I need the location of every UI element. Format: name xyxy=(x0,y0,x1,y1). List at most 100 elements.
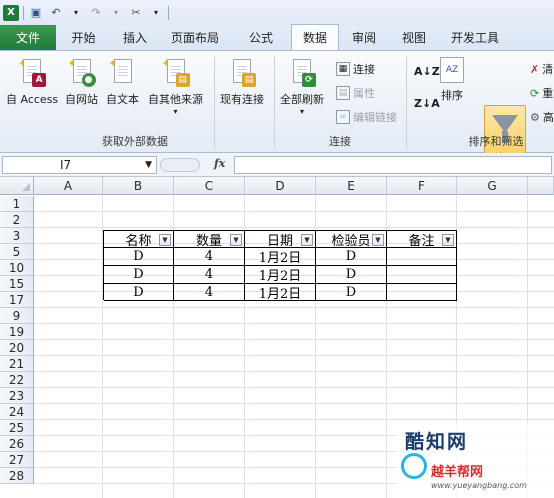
from-text-button[interactable]: ✦ 自文本 xyxy=(106,57,139,107)
row-header[interactable]: 17 xyxy=(0,292,34,308)
sort-ascending-button[interactable]: A↓Z xyxy=(414,65,440,78)
table-cell-date[interactable]: 1月2日 xyxy=(245,266,316,284)
column-header[interactable]: D xyxy=(245,177,316,195)
tab-insert[interactable]: 插入 xyxy=(111,25,159,50)
row-header[interactable]: 9 xyxy=(0,308,34,324)
table-header-remark[interactable]: 备注 ▼ xyxy=(387,231,457,249)
undo-icon[interactable]: ↶ xyxy=(48,5,64,21)
row-header[interactable]: 2 xyxy=(0,212,34,228)
chevron-down-icon[interactable]: ▼ xyxy=(145,157,152,173)
tab-review[interactable]: 审阅 xyxy=(339,25,389,50)
sort-descending-button[interactable]: Z↓A xyxy=(414,97,440,110)
row-header[interactable]: 21 xyxy=(0,356,34,372)
reapply-button[interactable]: ⟳ 重 xyxy=(530,85,553,101)
tab-developer[interactable]: 开发工具 xyxy=(439,25,511,50)
table-cell-inspector[interactable]: D xyxy=(316,266,387,284)
redo-dropdown-icon[interactable]: ▾ xyxy=(108,5,124,21)
from-access-button[interactable]: ✦A 自 Access xyxy=(6,57,58,107)
row-gridline xyxy=(34,227,554,228)
excel-logo-icon[interactable]: X xyxy=(3,4,19,21)
undo-dropdown-icon[interactable]: ▾ xyxy=(68,5,84,21)
column-header[interactable]: E xyxy=(316,177,387,195)
column-header[interactable]: C xyxy=(174,177,245,195)
table-cell-quantity[interactable]: 4 xyxy=(174,266,245,284)
refresh-icon: ⟳ xyxy=(288,57,316,87)
insert-function-button[interactable]: fx xyxy=(214,157,225,170)
tab-data[interactable]: 数据 xyxy=(291,24,339,50)
formula-input[interactable] xyxy=(234,156,552,174)
tools-icon[interactable]: ✂ xyxy=(128,5,144,21)
tab-home[interactable]: 开始 xyxy=(56,25,111,50)
table-header-name[interactable]: 名称 ▼ xyxy=(104,231,174,249)
advanced-filter-button[interactable]: ⚙ 高 xyxy=(530,109,554,125)
row-header[interactable]: 19 xyxy=(0,324,34,340)
select-all-button[interactable] xyxy=(0,177,34,195)
column-header-overflow[interactable] xyxy=(528,177,554,195)
table-cell-date[interactable]: 1月2日 xyxy=(245,284,316,302)
row-header[interactable]: 5 xyxy=(0,244,34,260)
table-cell-remark[interactable] xyxy=(387,266,457,284)
table-cell-quantity[interactable]: 4 xyxy=(174,248,245,266)
redo-icon[interactable]: ↷ xyxy=(88,5,104,21)
customize-dropdown-icon[interactable]: ▾ xyxy=(148,5,164,21)
group-label-sort-filter: 排序和筛选 xyxy=(468,135,524,148)
row-header[interactable]: 3 xyxy=(0,228,34,244)
row-gridline xyxy=(34,323,554,324)
row-header[interactable]: 10 xyxy=(0,260,34,276)
table-header-inspector[interactable]: 检验员 ▼ xyxy=(316,231,387,249)
edit-links-button[interactable]: ∞ 编辑链接 xyxy=(336,109,397,125)
table-cell-remark[interactable] xyxy=(387,248,457,266)
table-cell-remark[interactable] xyxy=(387,284,457,301)
formula-bar-splitter[interactable] xyxy=(160,158,200,172)
save-icon[interactable]: ▣ xyxy=(28,5,44,21)
group-divider xyxy=(274,57,275,149)
watermark-top-text: 酷知网 xyxy=(405,431,469,453)
table-cell-name[interactable]: D xyxy=(104,284,174,301)
row-header[interactable]: 26 xyxy=(0,436,34,452)
table-header-date[interactable]: 日期 ▼ xyxy=(245,231,316,249)
from-web-button[interactable]: ✦● 自网站 xyxy=(65,57,98,107)
column-header[interactable]: B xyxy=(103,177,174,195)
table-header-label: 备注 xyxy=(408,233,435,249)
tab-page-layout[interactable]: 页面布局 xyxy=(159,25,231,50)
column-header[interactable]: F xyxy=(387,177,457,195)
table-header-quantity[interactable]: 数量 ▼ xyxy=(174,231,245,249)
tab-file[interactable]: 文件 xyxy=(0,25,56,50)
ribbon-panel: ✦A 自 Access ✦● 自网站 ✦ 自文本 ✦▤ 自其他来源 ▾ ▤ 现有… xyxy=(0,50,554,173)
filter-dropdown-icon[interactable]: ▼ xyxy=(230,234,242,246)
table-cell-inspector[interactable]: D xyxy=(316,248,387,266)
row-header[interactable]: 27 xyxy=(0,452,34,468)
from-other-sources-button[interactable]: ✦▤ 自其他来源 ▾ xyxy=(148,57,203,116)
filter-dropdown-icon[interactable]: ▼ xyxy=(372,234,384,246)
connections-button[interactable]: ▦ 连接 xyxy=(336,61,375,77)
table-cell-name[interactable]: D xyxy=(104,248,174,266)
table-header-label: 名称 xyxy=(125,233,152,249)
row-gridline xyxy=(34,211,554,212)
row-header[interactable]: 15 xyxy=(0,276,34,292)
column-header[interactable]: G xyxy=(457,177,528,195)
table-cell-inspector[interactable]: D xyxy=(316,284,387,301)
row-header[interactable]: 28 xyxy=(0,468,34,484)
properties-button[interactable]: ▤ 属性 xyxy=(336,85,375,101)
row-header[interactable]: 25 xyxy=(0,420,34,436)
tab-view[interactable]: 视图 xyxy=(389,25,439,50)
row-header[interactable]: 20 xyxy=(0,340,34,356)
filter-dropdown-icon[interactable]: ▼ xyxy=(301,234,313,246)
filter-active-icon[interactable]: ▼ xyxy=(159,234,171,246)
row-header[interactable]: 1 xyxy=(0,196,34,212)
tab-formulas[interactable]: 公式 xyxy=(231,25,291,50)
table-cell-name[interactable]: D xyxy=(104,266,174,284)
row-header[interactable]: 22 xyxy=(0,372,34,388)
sort-button[interactable]: AZ 排序 xyxy=(440,57,464,103)
clear-filter-button[interactable]: ✗ 清 xyxy=(530,61,553,77)
existing-connections-button[interactable]: ▤ 现有连接 xyxy=(220,57,264,107)
row-gridline xyxy=(34,339,554,340)
table-cell-quantity[interactable]: 4 xyxy=(174,284,245,301)
refresh-all-button[interactable]: ⟳ 全部刷新 ▾ xyxy=(280,57,324,116)
column-header[interactable]: A xyxy=(34,177,103,195)
table-cell-date[interactable]: 1月2日 xyxy=(245,248,316,266)
row-header[interactable]: 23 xyxy=(0,388,34,404)
row-header[interactable]: 24 xyxy=(0,404,34,420)
filter-dropdown-icon[interactable]: ▼ xyxy=(442,234,454,246)
name-box[interactable]: I7 ▼ xyxy=(2,156,157,174)
